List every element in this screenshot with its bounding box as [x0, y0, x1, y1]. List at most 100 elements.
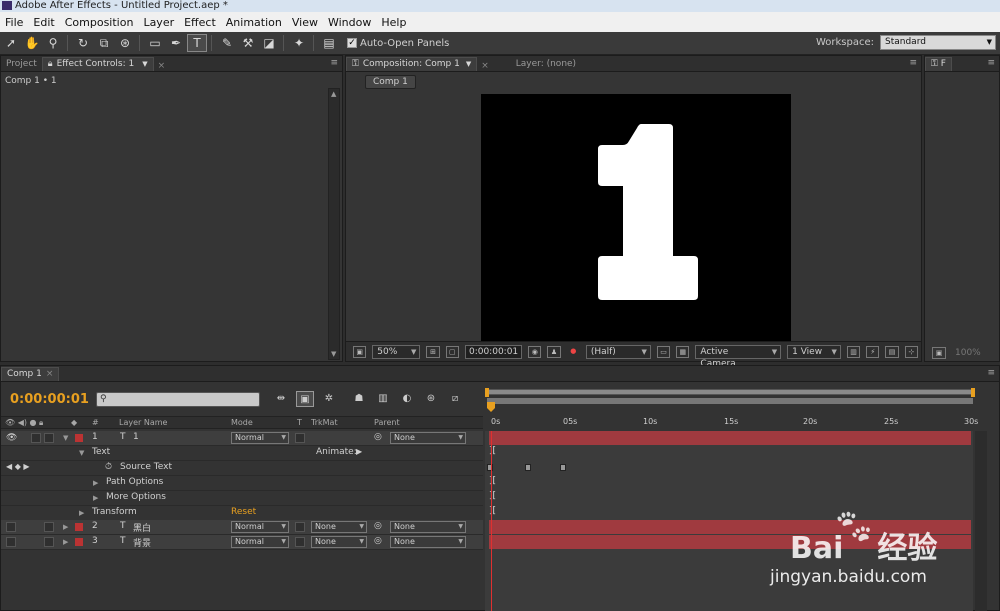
expand-arrow-icon[interactable]: ▶: [93, 479, 98, 487]
lock-switch[interactable]: [44, 522, 54, 532]
show-snapshot-icon[interactable]: ♟: [547, 345, 561, 358]
flowchart-icon[interactable]: ⊹: [904, 345, 918, 358]
close-icon[interactable]: ×: [481, 61, 489, 71]
animate-menu-icon[interactable]: ▶: [356, 447, 362, 456]
video-switch[interactable]: [6, 537, 16, 547]
expand-arrow-icon[interactable]: ▼: [63, 434, 68, 442]
menu-file[interactable]: File: [0, 16, 28, 29]
work-area-start-handle[interactable]: [485, 388, 489, 397]
close-icon[interactable]: ×: [46, 368, 54, 381]
rotation-tool-icon[interactable]: ↻: [73, 34, 93, 52]
always-preview-icon[interactable]: ▣: [353, 345, 367, 358]
expand-arrow-icon[interactable]: ▼: [79, 449, 84, 457]
video-switch[interactable]: [6, 522, 16, 532]
preserve-transparency-switch[interactable]: [295, 433, 305, 443]
layer-label-color[interactable]: [75, 434, 83, 442]
current-time-indicator-head[interactable]: [487, 402, 495, 412]
layer-label-color[interactable]: [75, 523, 83, 531]
mask-visibility-icon[interactable]: ▢: [445, 345, 459, 358]
motion-blur-icon[interactable]: ◐: [398, 391, 416, 407]
lock-switch[interactable]: [44, 537, 54, 547]
menu-edit[interactable]: Edit: [28, 16, 59, 29]
transform-group[interactable]: ▶ Transform Reset: [1, 506, 483, 521]
graph-editor-icon[interactable]: ⧄: [446, 391, 464, 407]
parent-pickwhip-icon[interactable]: ◎: [374, 521, 382, 531]
frame-blending-icon[interactable]: ▥: [374, 391, 392, 407]
camera-view-dropdown[interactable]: Active Camera: [695, 344, 782, 369]
tab-collapsed[interactable]: ⚿ F: [925, 57, 952, 71]
safe-areas-icon[interactable]: ⊞: [426, 345, 440, 358]
tab-effect-controls[interactable]: 🔒︎ Effect Controls: 1 ▼: [41, 57, 154, 71]
layer-1-duration-bar[interactable]: [489, 431, 971, 445]
pen-tool-icon[interactable]: ✒: [166, 34, 186, 52]
layer-row-1[interactable]: 👁︎ ▼ 1 T 1 Normal ◎ None: [1, 431, 483, 446]
rectangle-tool-icon[interactable]: ▭: [145, 34, 165, 52]
layer-name[interactable]: 1: [133, 432, 139, 442]
expand-arrow-icon[interactable]: ▶: [63, 523, 68, 531]
parent-dropdown[interactable]: None: [390, 521, 466, 533]
transparency-grid-icon[interactable]: ▦: [676, 345, 690, 358]
zoom-tool-icon[interactable]: ⚲: [43, 34, 63, 52]
menu-layer[interactable]: Layer: [138, 16, 179, 29]
shy-layers-icon[interactable]: ☗: [350, 391, 368, 407]
menu-view[interactable]: View: [287, 16, 323, 29]
work-area-end-handle[interactable]: [971, 388, 975, 397]
fast-previews-icon[interactable]: ⚡: [866, 345, 880, 358]
current-time-display[interactable]: 0:00:00:01: [464, 344, 523, 359]
solo-switch[interactable]: [31, 433, 41, 443]
menu-effect[interactable]: Effect: [179, 16, 221, 29]
text-property-group[interactable]: ▼ Text Animate: ▶: [1, 446, 483, 461]
track-matte-dropdown[interactable]: None: [311, 521, 367, 533]
tab-composition[interactable]: ⚿ Composition: Comp 1 ▼: [346, 57, 478, 71]
auto-open-panels-toggle[interactable]: ✓ Auto-Open Panels: [347, 38, 449, 49]
tab-layer[interactable]: Layer: (none): [511, 57, 581, 71]
blend-mode-dropdown[interactable]: Normal: [231, 521, 289, 533]
current-time-indicator[interactable]: 0:00:00:01: [10, 392, 92, 407]
camera-tool-icon[interactable]: ⧉: [94, 34, 114, 52]
timeline-icon[interactable]: ▤: [885, 345, 899, 358]
selection-tool-icon[interactable]: ➚: [1, 34, 21, 52]
panel-menu-icon[interactable]: ≡: [987, 58, 995, 68]
panel-menu-icon[interactable]: ≡: [909, 58, 917, 68]
keyframe[interactable]: [560, 464, 566, 471]
vertical-scrollbar[interactable]: ▲ ▼: [328, 88, 340, 360]
region-of-interest-icon[interactable]: ▭: [656, 345, 671, 358]
layer-row-3[interactable]: ▶ 3 T 背景 Normal None ◎ None: [1, 535, 483, 550]
eye-icon[interactable]: 👁︎: [6, 433, 17, 443]
lock-switch[interactable]: [44, 433, 54, 443]
auto-open-panels-checkbox[interactable]: ✓: [347, 38, 357, 48]
blend-mode-dropdown[interactable]: Normal: [231, 536, 289, 548]
layer-name[interactable]: 黑白: [133, 521, 151, 534]
pan-behind-tool-icon[interactable]: ⊛: [115, 34, 135, 52]
track-matte-dropdown[interactable]: None: [311, 536, 367, 548]
menu-animation[interactable]: Animation: [221, 16, 287, 29]
panel-toggle-icon[interactable]: ▤: [319, 34, 339, 52]
resolution-dropdown[interactable]: (Half): [585, 344, 651, 359]
menu-composition[interactable]: Composition: [60, 16, 139, 29]
panel-menu-icon[interactable]: ≡: [987, 368, 995, 378]
path-options-group[interactable]: ▶ Path Options: [1, 476, 483, 491]
tab-project[interactable]: Project: [1, 57, 42, 71]
stopwatch-icon[interactable]: ⏱: [105, 462, 112, 472]
layer-search-input[interactable]: ⚲: [96, 391, 260, 407]
animate-label[interactable]: Animate:: [316, 447, 357, 457]
keyframe-navigator[interactable]: ◀ ◆ ▶: [6, 462, 30, 471]
hand-tool-icon[interactable]: ✋: [22, 34, 42, 52]
preserve-transparency-switch[interactable]: [295, 522, 305, 532]
preview-icon[interactable]: ▣: [932, 347, 946, 359]
channels-icon[interactable]: ●: [567, 346, 580, 358]
tab-comp-1[interactable]: Comp 1 ×: [1, 367, 60, 381]
source-text-property[interactable]: ◀ ◆ ▶ ⏱ Source Text: [1, 461, 483, 476]
draft-3d-icon[interactable]: ✲: [320, 391, 338, 407]
scroll-up-icon[interactable]: ▲: [331, 90, 336, 98]
brainstorm-icon[interactable]: ⊛: [422, 391, 440, 407]
clone-stamp-tool-icon[interactable]: ⚒: [238, 34, 258, 52]
close-icon[interactable]: ×: [158, 61, 166, 71]
magnification-dropdown[interactable]: 50%: [372, 344, 421, 359]
work-area-bar[interactable]: [487, 389, 973, 395]
comp-navigator-button[interactable]: Comp 1: [365, 75, 416, 89]
snapshot-icon[interactable]: ◉: [528, 345, 542, 358]
parent-pickwhip-icon[interactable]: ◎: [374, 536, 382, 546]
expand-arrow-icon[interactable]: ▶: [63, 538, 68, 546]
chevron-down-icon[interactable]: ▼: [142, 58, 147, 71]
